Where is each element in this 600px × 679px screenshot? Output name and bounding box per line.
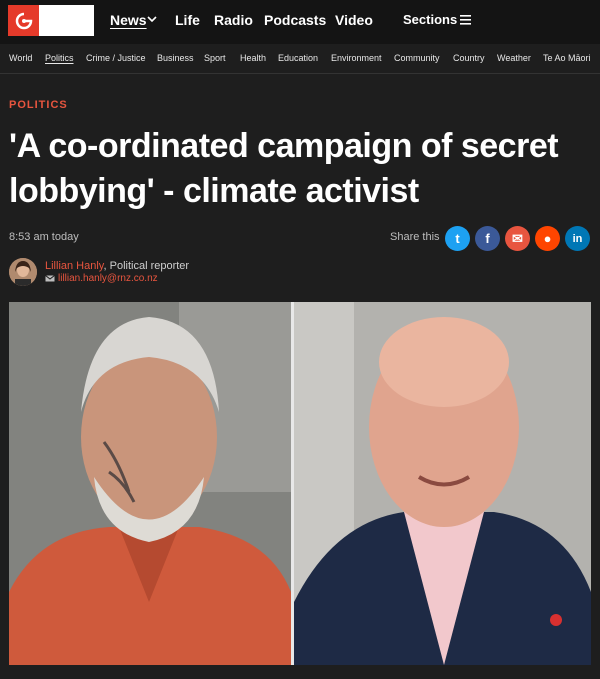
- section-subnav: World Politics Crime / Justice Business …: [0, 44, 600, 74]
- rnz-logo-icon: [8, 5, 39, 36]
- facebook-icon[interactable]: f: [475, 226, 500, 251]
- nav-podcasts[interactable]: Podcasts: [264, 12, 326, 28]
- article-lead-image: [9, 302, 591, 665]
- author-email[interactable]: lillian.hanly@rnz.co.nz: [58, 273, 158, 284]
- subnav-politics[interactable]: Politics: [45, 53, 74, 63]
- article-headline: 'A co-ordinated campaign of secret lobby…: [9, 127, 559, 210]
- nav-video[interactable]: Video: [335, 12, 373, 28]
- publish-time: 8:53 am today: [9, 231, 79, 243]
- author-email-row: lillian.hanly@rnz.co.nz: [45, 273, 158, 284]
- subnav-environment[interactable]: Environment: [331, 53, 382, 63]
- subnav-business[interactable]: Business: [157, 53, 194, 63]
- author-byline: Lillian Hanly, Political reporter: [45, 260, 189, 272]
- twitter-icon[interactable]: t: [445, 226, 470, 251]
- subnav-crime-justice[interactable]: Crime / Justice: [86, 53, 146, 63]
- reddit-icon[interactable]: ●: [535, 226, 560, 251]
- nav-life[interactable]: Life: [175, 12, 200, 28]
- chevron-down-icon[interactable]: [146, 13, 158, 25]
- subnav-community[interactable]: Community: [394, 53, 440, 63]
- subnav-country[interactable]: Country: [453, 53, 485, 63]
- email-icon[interactable]: ✉: [505, 226, 530, 251]
- photo-prime-minister: [294, 302, 591, 665]
- article-category[interactable]: POLITICS: [9, 99, 68, 111]
- menu-icon[interactable]: [460, 15, 471, 25]
- share-label: Share this: [390, 231, 440, 243]
- author-name[interactable]: Lillian Hanly: [45, 260, 104, 272]
- linkedin-icon[interactable]: in: [565, 226, 590, 251]
- sections-button[interactable]: Sections: [403, 12, 457, 27]
- subnav-education[interactable]: Education: [278, 53, 318, 63]
- author-avatar: [9, 258, 37, 286]
- subnav-health[interactable]: Health: [240, 53, 266, 63]
- nav-radio[interactable]: Radio: [214, 12, 253, 28]
- author-role: , Political reporter: [103, 260, 190, 272]
- mail-icon: [45, 274, 55, 282]
- subnav-weather[interactable]: Weather: [497, 53, 531, 63]
- nav-news[interactable]: News: [110, 12, 147, 28]
- top-navigation-bar: News Life Radio Podcasts Video Sections: [0, 0, 600, 44]
- subnav-world[interactable]: World: [9, 53, 32, 63]
- rnz-logo[interactable]: [8, 5, 94, 36]
- subnav-sport[interactable]: Sport: [204, 53, 226, 63]
- subnav-te-ao-maori[interactable]: Te Ao Māori: [543, 53, 591, 63]
- photo-climate-activist: [9, 302, 291, 665]
